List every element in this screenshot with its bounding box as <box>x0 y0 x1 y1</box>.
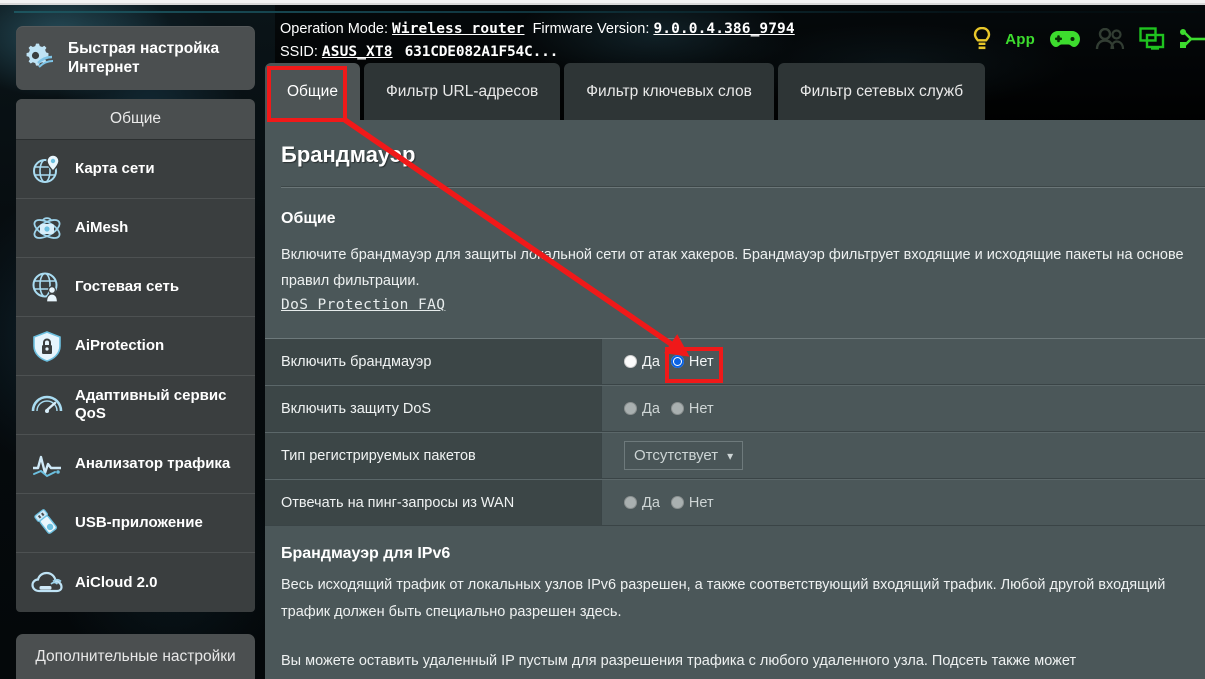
usb-drive-icon <box>30 506 64 540</box>
advanced-settings-button[interactable]: Дополнительные настройки <box>16 634 255 679</box>
sidebar-item-aicloud[interactable]: AiCloud 2.0 <box>16 553 255 612</box>
header-icon-bar: App <box>973 24 1205 54</box>
page-title: Брандмауэр <box>281 142 416 167</box>
sidebar-item-label: Гостевая сеть <box>75 278 180 295</box>
row-control: Да Нет <box>602 480 1205 525</box>
row-label: Отвечать на пинг-запросы из WAN <box>265 480 602 525</box>
main-content: Брандмауэр Общие Включите брандмауэр для… <box>265 120 1205 679</box>
radio-button[interactable] <box>670 402 684 415</box>
sidebar-item-usb-application[interactable]: USB-приложение <box>16 494 255 553</box>
radio-option-yes[interactable]: Да <box>624 495 660 511</box>
app-label[interactable]: App <box>1005 24 1035 54</box>
sidebar-item-label: AiProtection <box>75 337 165 354</box>
table-row: Тип регистрируемых пакетов Отсутствует ▾ <box>265 432 1205 479</box>
sidebar-item-aimesh[interactable]: AiMesh <box>16 199 255 258</box>
enable-dos-radio-group: Да Нет <box>624 401 714 417</box>
screen-share-icon[interactable] <box>1139 24 1165 54</box>
globe-users-icon <box>30 270 64 304</box>
title-divider <box>281 186 1205 188</box>
operation-mode-value[interactable]: Wireless router <box>392 21 524 37</box>
radio-label: Нет <box>688 400 714 417</box>
lamp-icon[interactable] <box>973 24 991 54</box>
usb-icon[interactable] <box>1179 24 1205 54</box>
sidebar-item-label: Адаптивный сервис QoS <box>75 387 227 422</box>
tab-general[interactable]: Общие <box>265 63 360 120</box>
enable-firewall-radio-group: Да Нет <box>624 354 714 370</box>
radio-option-no[interactable]: Нет <box>670 400 714 417</box>
sidebar-item-network-map[interactable]: Карта сети <box>16 140 255 199</box>
ipv6-description-2: Вы можете оставить удаленный IP пустым д… <box>281 653 1077 669</box>
tab-network-services-filter[interactable]: Фильтр сетевых служб <box>777 63 986 120</box>
row-control: Отсутствует ▾ <box>602 433 1205 478</box>
select-value: Отсутствует <box>634 447 719 464</box>
firmware-value[interactable]: 9.0.0.4.386_9794 <box>653 21 794 37</box>
radio-option-yes[interactable]: Да <box>624 401 660 417</box>
ssid-key-value: 631CDE082A1F54C... <box>404 44 559 60</box>
radio-label: Да <box>642 353 660 370</box>
row-label: Включить брандмауэр <box>265 339 602 384</box>
chevron-down-icon: ▾ <box>727 448 734 463</box>
respond-wan-ping-radio-group: Да Нет <box>624 495 714 511</box>
radio-button[interactable] <box>670 496 684 509</box>
radio-button[interactable] <box>624 496 637 509</box>
row-label: Тип регистрируемых пакетов <box>265 433 602 478</box>
ipv6-description-1: Весь исходящий трафик от локальных узлов… <box>281 577 1166 620</box>
sidebar-item-adaptive-qos[interactable]: Адаптивный сервис QoS <box>16 376 255 435</box>
logged-packets-type-select[interactable]: Отсутствует ▾ <box>624 441 744 470</box>
radio-button[interactable] <box>624 402 637 415</box>
sidebar-item-label: AiCloud 2.0 <box>75 573 158 591</box>
quick-internet-setup-button[interactable]: Быстрая настройка Интернет <box>16 26 255 90</box>
globe-pin-icon <box>30 152 64 186</box>
sidebar-group-title: Общие <box>16 99 255 140</box>
radio-label: Да <box>642 494 660 511</box>
sidebar-item-guest-network[interactable]: Гостевая сеть <box>16 258 255 317</box>
mesh-atom-icon <box>30 211 64 245</box>
tab-bar: Общие Фильтр URL-адресов Фильтр ключевых… <box>265 63 986 120</box>
section-title-general: Общие <box>281 210 336 227</box>
gamepad-icon[interactable] <box>1049 24 1081 54</box>
table-row: Отвечать на пинг-запросы из WAN Да Нет <box>265 479 1205 526</box>
sidebar-item-aiprotection[interactable]: AiProtection <box>16 317 255 376</box>
users-icon[interactable] <box>1095 24 1125 54</box>
table-row: Включить брандмауэр Да Нет <box>265 338 1205 385</box>
radio-label: Нет <box>688 353 714 370</box>
section-title-ipv6-firewall: Брандмауэр для IPv6 <box>281 545 451 562</box>
ssid-label: SSID: <box>280 44 318 60</box>
cloud-router-icon <box>30 566 64 600</box>
shield-lock-icon <box>30 329 64 363</box>
sidebar-item-label: Анализатор трафика <box>75 455 231 472</box>
radio-label: Да <box>642 400 660 417</box>
waveform-icon <box>30 447 64 481</box>
firmware-label: Firmware Version: <box>532 21 650 37</box>
radio-option-no[interactable]: Нет <box>670 494 714 511</box>
sidebar-item-traffic-analyzer[interactable]: Анализатор трафика <box>16 435 255 494</box>
sidebar-panel: Общие Карта сети AiMesh Гостевая сеть Ai… <box>16 99 255 612</box>
header-status-info: Operation Mode: Wireless router Firmware… <box>280 18 795 63</box>
tab-keyword-filter[interactable]: Фильтр ключевых слов <box>564 63 774 120</box>
dos-protection-faq-link[interactable]: DoS Protection FAQ <box>281 297 445 313</box>
operation-mode-label: Operation Mode: <box>280 21 389 37</box>
row-control: Да Нет <box>602 386 1205 431</box>
sidebar-item-label: AiMesh <box>75 219 129 236</box>
radio-option-yes[interactable]: Да <box>624 354 660 370</box>
radio-option-no[interactable]: Нет <box>670 353 714 370</box>
radio-button[interactable] <box>624 355 637 368</box>
row-label: Включить защиту DoS <box>265 386 602 431</box>
settings-table: Включить брандмауэр Да Нет Включить защи… <box>265 338 1205 526</box>
sidebar-item-label: Карта сети <box>75 160 155 177</box>
gauge-icon <box>30 388 64 422</box>
top-accent-line <box>14 11 1205 13</box>
router-admin-page: Operation Mode: Wireless router Firmware… <box>0 0 1205 679</box>
quick-setup-label: Быстрая настройка Интернет <box>68 40 220 76</box>
row-control: Да Нет <box>602 339 1205 384</box>
tab-url-filter[interactable]: Фильтр URL-адресов <box>363 63 561 120</box>
ssid-value[interactable]: ASUS_XT8 <box>322 44 393 60</box>
quick-setup-icon <box>24 41 58 75</box>
table-row: Включить защиту DoS Да Нет <box>265 385 1205 432</box>
sidebar-item-label: USB-приложение <box>75 514 203 531</box>
section-description: Включите брандмауэр для защиты локальной… <box>281 247 1184 289</box>
radio-label: Нет <box>688 494 714 511</box>
radio-button[interactable] <box>670 355 684 368</box>
